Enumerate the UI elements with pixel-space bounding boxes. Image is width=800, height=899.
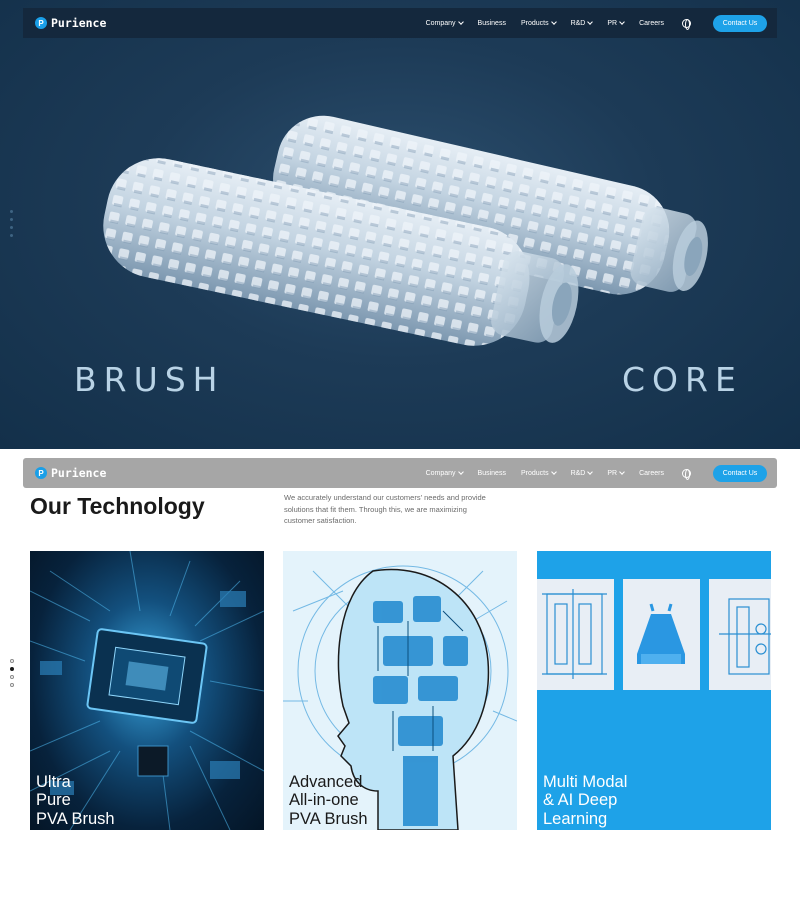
- nav-item-label: R&D: [570, 19, 586, 27]
- globe-icon[interactable]: [682, 18, 691, 30]
- diagram-tile-1: [537, 579, 614, 690]
- chevron-down-icon: [587, 469, 594, 475]
- nav-item-label: Products: [520, 469, 549, 477]
- nav-item-company[interactable]: Company: [425, 19, 464, 27]
- nav-links: Company Business Products R&D PR Careers…: [411, 464, 767, 482]
- card-label: Advanced All-in-one PVA Brush: [289, 772, 368, 828]
- chevron-down-icon: [457, 469, 464, 475]
- nav-item-label: PR: [607, 19, 618, 27]
- nav-item-label: Careers: [639, 19, 664, 27]
- section-description: We accurately understand our customers' …: [284, 493, 486, 525]
- hero-section: BRUSH CORE: [0, 0, 800, 449]
- contact-us-button[interactable]: Contact Us: [713, 464, 767, 482]
- logo-text: Purience: [51, 466, 107, 480]
- card-label: Ultra Pure PVA Brush: [36, 772, 115, 828]
- nav-item-careers[interactable]: Careers: [639, 20, 664, 27]
- page: BRUSH CORE P Purience Company Business P…: [0, 0, 800, 899]
- hero-decor-dots: [10, 210, 13, 237]
- diagram-tile-3: [709, 579, 771, 690]
- machine-diagram-image: [542, 589, 607, 679]
- chevron-down-icon: [457, 19, 464, 25]
- logo[interactable]: P Purience: [35, 466, 106, 480]
- pagination-dot[interactable]: [10, 675, 14, 679]
- chevron-down-icon: [587, 19, 594, 25]
- pagination-dot[interactable]: [10, 659, 14, 663]
- nav-item-label: Careers: [639, 469, 664, 477]
- sticky-navbar: P Purience Company Business Products R&D…: [23, 458, 777, 488]
- nav-item-pr[interactable]: PR: [607, 19, 625, 27]
- nav-item-products[interactable]: Products: [520, 469, 557, 477]
- tech-card-advanced[interactable]: Advanced All-in-one PVA Brush: [283, 551, 517, 830]
- chevron-down-icon: [550, 469, 557, 475]
- nav-item-label: Business: [477, 19, 506, 27]
- hero-word-right: CORE: [622, 360, 743, 399]
- chevron-down-icon: [550, 19, 557, 25]
- contact-us-button[interactable]: Contact Us: [713, 14, 767, 32]
- logo[interactable]: P Purience: [35, 16, 106, 30]
- nav-item-business[interactable]: Business: [478, 470, 506, 477]
- tech-card-multi-modal[interactable]: Multi Modal & AI Deep Learning: [537, 551, 771, 830]
- section-pagination: [10, 659, 14, 687]
- hero-word-left: BRUSH: [74, 360, 225, 399]
- nav-item-company[interactable]: Company: [425, 469, 464, 477]
- logo-text: Purience: [51, 16, 107, 30]
- card-label: Multi Modal & AI Deep Learning: [543, 772, 628, 828]
- tech-card-ultra-pure[interactable]: Ultra Pure PVA Brush: [30, 551, 264, 830]
- chevron-down-icon: [619, 469, 625, 475]
- pagination-dot[interactable]: [10, 683, 14, 687]
- nav-item-label: Company: [425, 469, 456, 477]
- nav-item-label: R&D: [570, 469, 586, 477]
- logo-icon: P: [35, 467, 47, 479]
- nav-links: Company Business Products R&D PR Careers…: [411, 14, 767, 32]
- diagram-tile-2: [623, 579, 700, 690]
- machine-diagram-image: [637, 603, 685, 664]
- section-title: Our Technology: [30, 493, 205, 519]
- nav-item-label: Company: [425, 19, 456, 27]
- nav-item-rnd[interactable]: R&D: [570, 469, 594, 477]
- machine-diagram-image: [719, 598, 771, 675]
- pagination-dot-active[interactable]: [10, 667, 14, 671]
- nav-item-rnd[interactable]: R&D: [570, 19, 594, 27]
- globe-icon[interactable]: [682, 468, 691, 480]
- nav-item-label: Products: [520, 19, 549, 27]
- nav-item-label: Business: [477, 469, 506, 477]
- chevron-down-icon: [619, 19, 625, 25]
- logo-icon: P: [35, 17, 47, 29]
- main-navbar: P Purience Company Business Products R&D…: [23, 8, 777, 38]
- nav-item-careers[interactable]: Careers: [639, 470, 664, 477]
- nav-item-pr[interactable]: PR: [607, 469, 625, 477]
- nav-item-business[interactable]: Business: [478, 20, 506, 27]
- nav-item-label: PR: [607, 469, 618, 477]
- nav-item-products[interactable]: Products: [520, 19, 557, 27]
